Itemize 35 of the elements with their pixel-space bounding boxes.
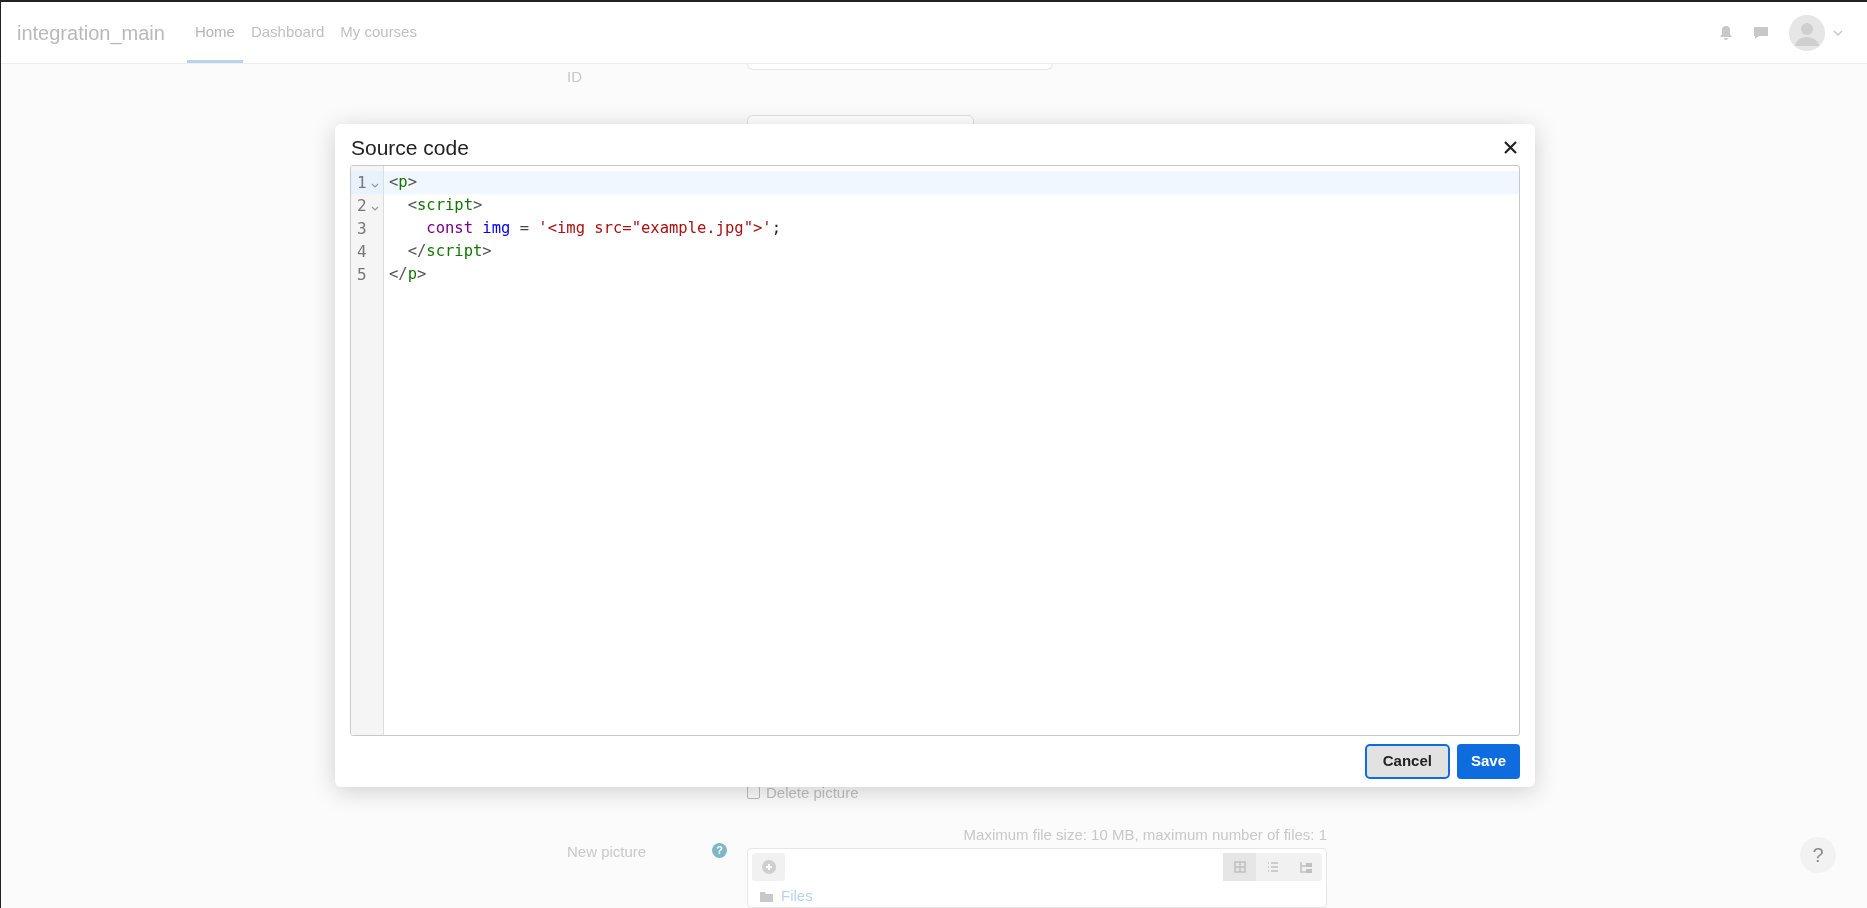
dialog-title: Source code <box>351 134 469 161</box>
fold-caret-icon[interactable] <box>371 182 379 189</box>
folder-link[interactable]: Files <box>781 885 813 908</box>
code-line: </p> <box>389 263 427 285</box>
tree-icon <box>1298 861 1313 873</box>
add-file-button[interactable] <box>752 853 785 881</box>
code-line: <script> <box>406 194 483 216</box>
code-line: const img = '<img src="example.jpg">'; <box>425 217 781 239</box>
save-button[interactable]: Save <box>1456 744 1520 779</box>
help-button[interactable]: ? <box>1800 837 1836 873</box>
line-number: 3 <box>357 217 368 240</box>
folder-icon <box>760 890 773 902</box>
chat-icon[interactable] <box>1753 24 1769 41</box>
cancel-button[interactable]: Cancel <box>1364 744 1450 779</box>
fold-caret-icon[interactable] <box>371 205 379 212</box>
nav-link[interactable]: Home <box>186 2 243 63</box>
nav-link[interactable]: Dashboard <box>242 2 333 63</box>
line-number: 4 <box>357 240 368 263</box>
bell-icon[interactable] <box>1719 24 1733 41</box>
line-number: 2 <box>357 194 368 217</box>
code-editor[interactable]: 1 2 3 4 5 <p> <script> const img = '<img src="example.jpg">'; </script> </p> <box>350 165 1520 736</box>
help-icon[interactable]: ? <box>712 843 727 858</box>
line-number: 1 <box>357 171 368 194</box>
code-line: <p> <box>389 171 418 193</box>
grid-icon <box>1233 861 1246 873</box>
grid-view-button[interactable] <box>1223 853 1256 881</box>
caret-icon[interactable] <box>1833 29 1843 36</box>
line-number: 5 <box>357 263 368 286</box>
code-line: </script> <box>406 240 492 262</box>
nav-link[interactable]: My courses <box>332 2 425 63</box>
close-icon[interactable] <box>1504 141 1517 154</box>
site-name[interactable]: integration_main <box>17 17 165 48</box>
avatar-icon[interactable] <box>1789 14 1825 51</box>
plus-circle-icon <box>761 860 776 874</box>
list-icon <box>1266 861 1279 873</box>
